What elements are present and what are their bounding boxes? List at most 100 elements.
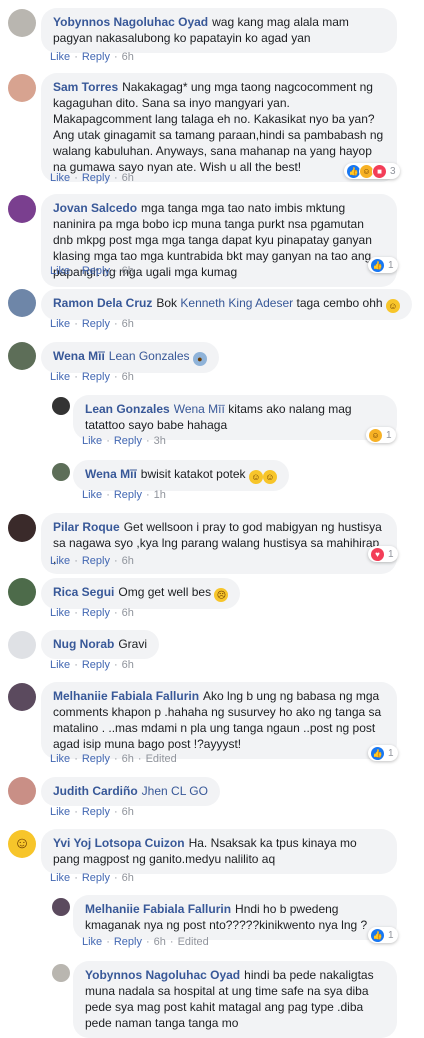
avatar[interactable] — [8, 631, 36, 659]
like-button[interactable]: Like — [50, 555, 70, 567]
timestamp[interactable]: 6h — [122, 607, 134, 619]
like-button[interactable]: Like — [82, 489, 102, 501]
comment-author[interactable]: Yobynnos Nagoluhac Oyad — [53, 15, 208, 29]
mention-link[interactable]: Kenneth King Adeser — [180, 296, 293, 310]
comment-author[interactable]: Judith Cardiño — [53, 784, 138, 798]
timestamp[interactable]: 6h — [122, 659, 134, 671]
timestamp[interactable]: 6h — [122, 172, 134, 184]
reply-bubble: Lean Gonzales Wena Mīī kitams ako nalang … — [73, 395, 397, 440]
avatar[interactable] — [8, 195, 36, 223]
reply-button[interactable]: Reply — [82, 265, 110, 277]
comment-author[interactable]: Rica Segui — [53, 585, 114, 599]
comment-author[interactable]: Melhaniie Fabiala Fallurin — [85, 902, 231, 916]
reply-button[interactable]: Reply — [114, 936, 142, 948]
comment-actions: Like · Reply · 6h — [50, 659, 134, 671]
like-button[interactable]: Like — [50, 371, 70, 383]
timestamp[interactable]: 6h — [122, 806, 134, 818]
reply-button[interactable]: Reply — [82, 806, 110, 818]
comment-actions: Like · Reply · 1h — [82, 489, 166, 501]
comment-author[interactable]: Lean Gonzales — [85, 402, 170, 416]
comment-author[interactable]: Yobynnos Nagoluhac Oyad — [85, 968, 240, 982]
reply-button[interactable]: Reply — [114, 489, 142, 501]
reply-button[interactable]: Reply — [82, 872, 110, 884]
comment-actions: Like · Reply · 6h — [50, 51, 134, 63]
timestamp[interactable]: 6h — [122, 555, 134, 567]
like-button[interactable]: Like — [50, 265, 70, 277]
like-button[interactable]: Like — [82, 435, 102, 447]
like-reaction-icon: 👍 — [370, 745, 385, 761]
timestamp[interactable]: 6h — [122, 51, 134, 63]
timestamp[interactable]: 6h — [122, 371, 134, 383]
avatar[interactable] — [8, 74, 36, 102]
like-button[interactable]: Like — [50, 607, 70, 619]
haha-reaction-icon: ☺ — [368, 427, 383, 443]
timestamp[interactable]: 6h — [122, 872, 134, 884]
reply-button[interactable]: Reply — [114, 435, 142, 447]
timestamp[interactable]: 1h — [154, 489, 166, 501]
comment-author[interactable]: Melhaniie Fabiala Fallurin — [53, 689, 199, 703]
sad-emoji-icon: ☹ — [214, 588, 229, 602]
reply-button[interactable]: Reply — [82, 753, 110, 765]
reaction-summary[interactable]: ♥ 1 — [368, 546, 398, 562]
reply-button[interactable]: Reply — [82, 172, 110, 184]
comment-author[interactable]: Wena Mīī — [53, 349, 105, 363]
reply-button[interactable]: Reply — [82, 555, 110, 567]
like-button[interactable]: Like — [50, 172, 70, 184]
comment-author[interactable]: Pilar Roque — [53, 520, 120, 534]
avatar[interactable] — [8, 683, 36, 711]
like-button[interactable]: Like — [50, 659, 70, 671]
like-button[interactable]: Like — [50, 51, 70, 63]
like-button[interactable]: Like — [50, 872, 70, 884]
avatar[interactable] — [8, 777, 36, 805]
smile-emoji-icon: ☺ — [385, 299, 400, 313]
reaction-summary[interactable]: 👍 ☺ ■ 3 — [344, 163, 400, 179]
avatar[interactable]: ☺ — [8, 830, 36, 858]
timestamp[interactable]: 6h — [122, 318, 134, 330]
avatar[interactable] — [8, 289, 36, 317]
avatar[interactable] — [52, 898, 70, 916]
like-button[interactable]: Like — [50, 753, 70, 765]
reply-button[interactable]: Reply — [82, 318, 110, 330]
comment-text: bwisit katakot potek — [140, 467, 246, 481]
edited-label[interactable]: Edited — [178, 936, 209, 948]
like-button[interactable]: Like — [50, 318, 70, 330]
timestamp[interactable]: 6h — [154, 936, 166, 948]
reply-button[interactable]: Reply — [82, 659, 110, 671]
timestamp[interactable]: 6h — [122, 753, 134, 765]
comment-author[interactable]: Ramon Dela Cruz — [53, 296, 152, 310]
reply-button[interactable]: Reply — [82, 51, 110, 63]
like-button[interactable]: Like — [50, 806, 70, 818]
comment-author[interactable]: Yvi Yoj Lotsopa Cuizon — [53, 836, 185, 850]
avatar[interactable] — [8, 342, 36, 370]
mention-link[interactable]: Jhen CL GO — [142, 784, 208, 798]
comment-text: Bok — [156, 296, 178, 310]
comment-text-2: taga cembo ohh — [296, 296, 383, 310]
reaction-summary[interactable]: 👍 1 — [368, 257, 398, 273]
reaction-summary[interactable]: 👍 1 — [368, 745, 398, 761]
timestamp[interactable]: 6h — [122, 265, 134, 277]
avatar[interactable] — [52, 964, 70, 982]
reply-bubble: Melhaniie Fabiala Fallurin Hndi ho b pwed… — [73, 895, 397, 940]
comment-actions: Like · Reply · 6h — [50, 607, 134, 619]
mention-link[interactable]: Wena Mīī — [174, 402, 225, 416]
avatar[interactable] — [8, 514, 36, 542]
reply-button[interactable]: Reply — [82, 371, 110, 383]
comment-author[interactable]: Nug Norab — [53, 637, 114, 651]
comment-author[interactable]: Sam Torres — [53, 80, 118, 94]
comment-author[interactable]: Jovan Salcedo — [53, 201, 137, 215]
timestamp[interactable]: 3h — [154, 435, 166, 447]
reply-button[interactable]: Reply — [82, 607, 110, 619]
reply-bubble: Yobynnos Nagoluhac Oyad hindi ba pede nak… — [73, 961, 397, 1038]
reaction-summary[interactable]: ☺ 1 — [366, 427, 396, 443]
avatar[interactable] — [8, 9, 36, 37]
avatar[interactable] — [52, 463, 70, 481]
mention-link[interactable]: Lean Gonzales — [109, 349, 190, 363]
avatar[interactable] — [52, 397, 70, 415]
reaction-summary[interactable]: 👍 1 — [368, 927, 398, 943]
like-button[interactable]: Like — [82, 936, 102, 948]
comment-actions: Like · Reply · 6h — [50, 172, 134, 184]
edited-label[interactable]: Edited — [146, 753, 177, 765]
avatar[interactable] — [8, 578, 36, 606]
comment-author[interactable]: Wena Mīī — [85, 467, 137, 481]
reply-bubble: Wena Mīī bwisit katakot potek ☺ ☺ — [73, 460, 289, 491]
